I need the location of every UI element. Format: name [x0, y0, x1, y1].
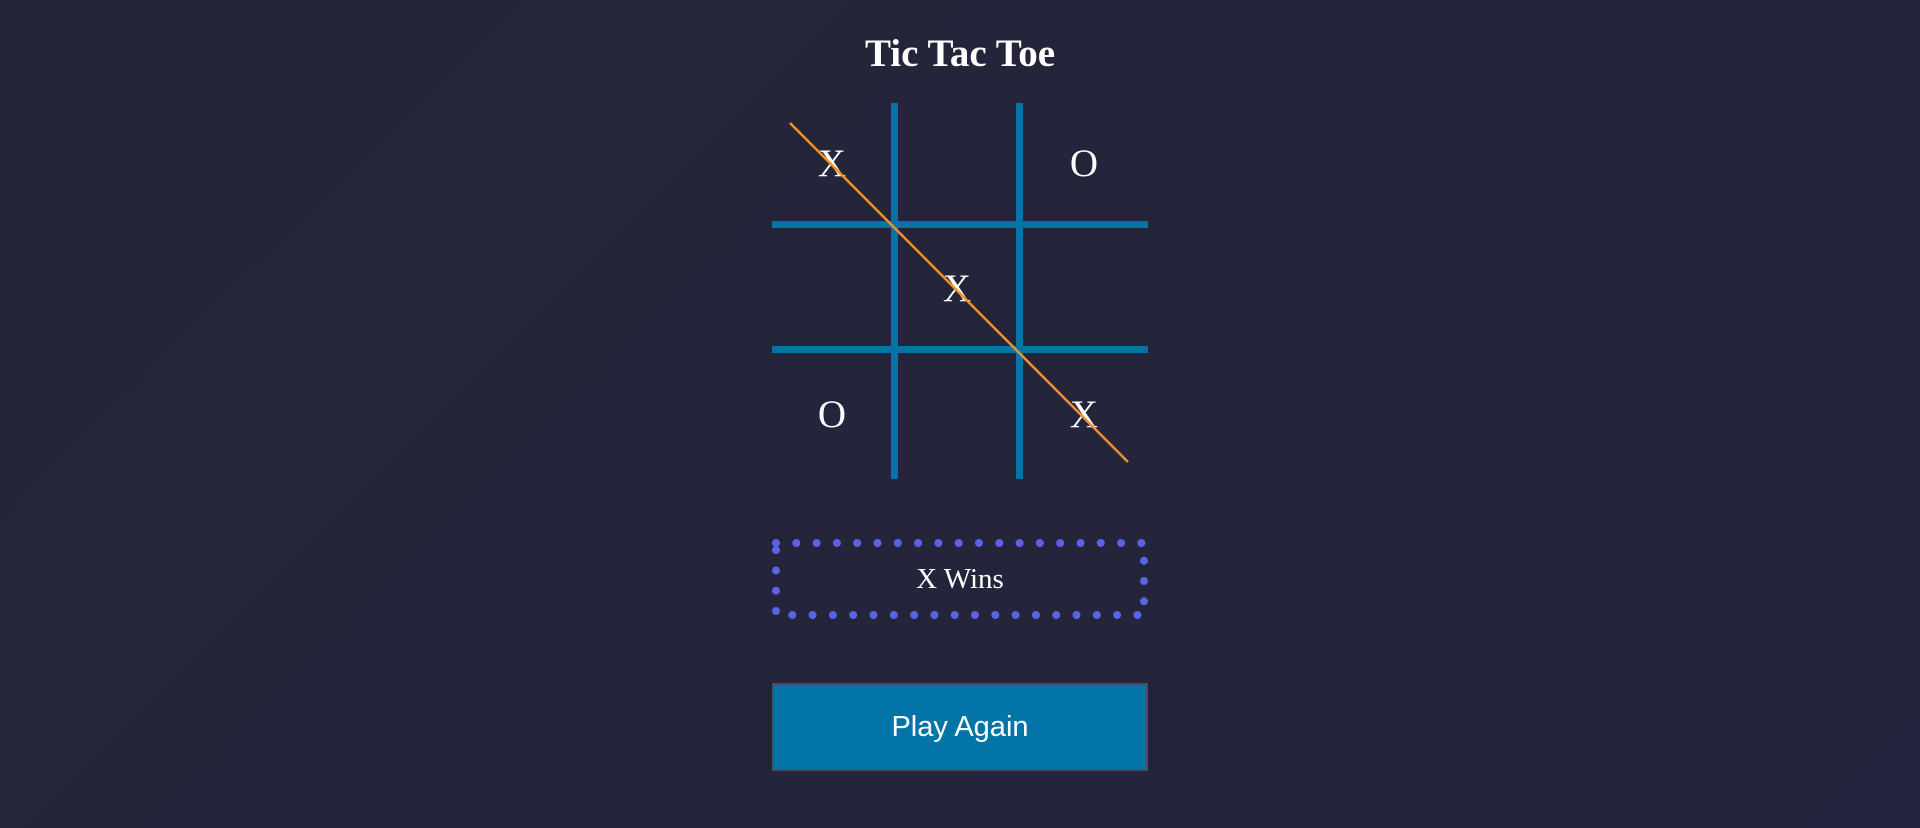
game-board: X O X O X — [772, 103, 1148, 479]
board-cell[interactable] — [897, 103, 1017, 223]
game-container: Tic Tac Toe X O X O X X Wins Play Again — [772, 0, 1148, 828]
board-cell[interactable]: O — [1024, 103, 1144, 223]
board-cell[interactable]: X — [897, 228, 1017, 348]
board-cell[interactable] — [772, 228, 892, 348]
board-cell[interactable] — [1024, 228, 1144, 348]
grid-line-vertical-2 — [1016, 103, 1023, 479]
board-cell[interactable]: O — [772, 354, 892, 474]
game-title: Tic Tac Toe — [864, 32, 1056, 75]
status-message: X Wins — [916, 562, 1004, 595]
play-again-button[interactable]: Play Again — [772, 683, 1148, 771]
board-cell[interactable]: X — [772, 103, 892, 223]
status-box: X Wins — [772, 539, 1148, 619]
board-cell[interactable] — [897, 354, 1017, 474]
board-cell[interactable]: X — [1024, 354, 1144, 474]
